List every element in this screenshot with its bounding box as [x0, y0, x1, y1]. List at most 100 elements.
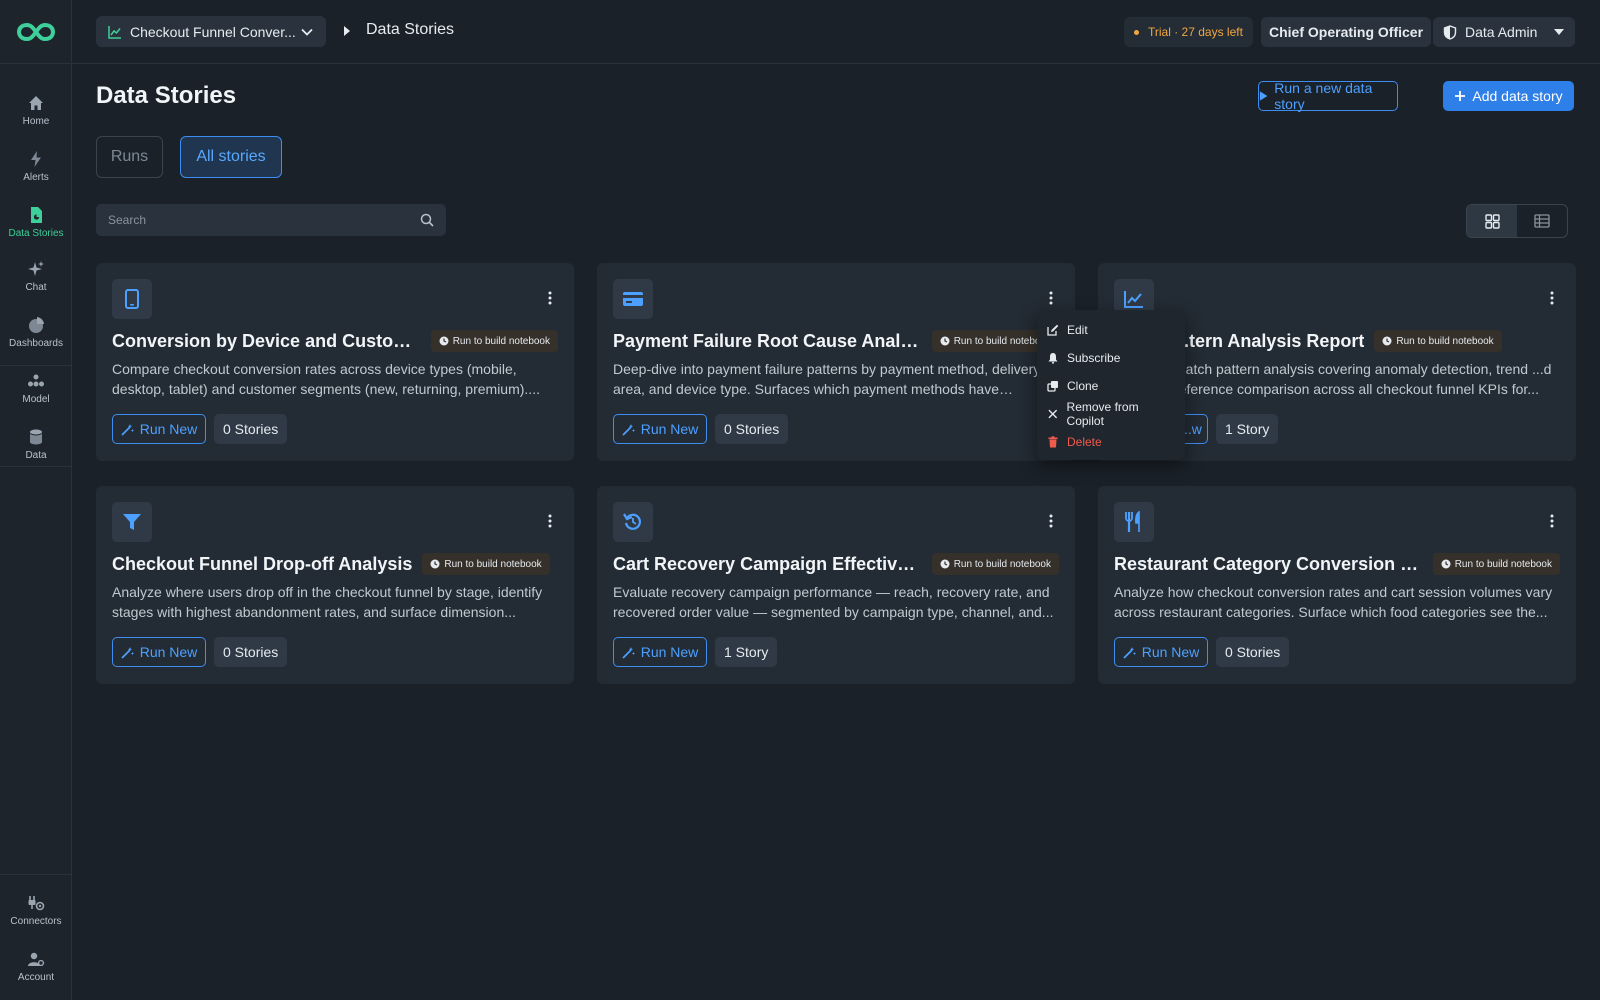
chevron-down-icon: [301, 28, 313, 36]
role-badge[interactable]: Chief Operating Officer: [1261, 17, 1432, 47]
caret-right-icon: [344, 26, 350, 36]
more-vertical-icon[interactable]: [548, 514, 552, 528]
run-new-story-button[interactable]: Run a new data story: [1258, 80, 1398, 112]
sidebar-item-data-stories[interactable]: Data Stories: [0, 196, 72, 248]
sidebar-item-label: Dashboards: [9, 337, 63, 349]
search-box: [96, 204, 446, 236]
clock-icon: [1441, 559, 1451, 569]
logo[interactable]: [0, 0, 72, 64]
card-title: Payment Failure Root Cause Analysis: [613, 330, 922, 351]
card-description: Evaluate recovery campaign performance —…: [613, 584, 1054, 620]
clone-icon: [1047, 381, 1058, 392]
more-vertical-icon[interactable]: [1550, 291, 1554, 305]
tab-runs[interactable]: Runs: [96, 136, 163, 178]
grid-icon: [1484, 213, 1500, 229]
stories-count-button[interactable]: 0 Stories: [715, 414, 789, 444]
sidebar-item-label: Home: [22, 115, 50, 127]
menu-item-edit[interactable]: Edit: [1037, 316, 1185, 344]
search-icon[interactable]: [420, 213, 434, 227]
magic-wand-icon: [1123, 646, 1136, 659]
stories-count-button[interactable]: 0 Stories: [214, 637, 288, 667]
database-icon: [30, 429, 42, 444]
card-description: ...atch pattern analysis covering anomal…: [1174, 361, 1552, 397]
table-view-button[interactable]: [1517, 205, 1567, 237]
sidebar-item-account[interactable]: Account: [0, 940, 72, 992]
sidebar-item-label: Model: [22, 393, 50, 405]
grid-view-button[interactable]: [1467, 205, 1517, 237]
utensils-icon: [1125, 511, 1140, 532]
menu-item-remove-from-copilot[interactable]: Remove from Copilot: [1037, 400, 1185, 428]
more-vertical-icon[interactable]: [548, 291, 552, 305]
run-new-button[interactable]: Run New: [613, 637, 707, 667]
more-vertical-icon[interactable]: [1550, 514, 1554, 528]
story-card[interactable]: Payment Failure Root Cause Analysis Run …: [597, 263, 1075, 461]
sidebar-item-chat[interactable]: Chat: [0, 250, 72, 302]
run-new-button[interactable]: Run New: [112, 414, 206, 444]
credit-card-icon: [623, 292, 643, 306]
menu-item-clone[interactable]: Clone: [1037, 372, 1185, 400]
line-chart-icon: [1124, 291, 1143, 308]
run-new-button[interactable]: Run New: [112, 637, 206, 667]
add-data-story-label: Add data story: [1472, 88, 1563, 104]
menu-item-delete[interactable]: Delete: [1037, 428, 1185, 456]
clock-icon: [439, 336, 449, 346]
model-selector[interactable]: Checkout Funnel Conver...: [96, 16, 326, 47]
sidebar-item-label: Data: [25, 449, 47, 461]
status-badge: Run to build notebook: [1432, 553, 1560, 575]
sidebar-item-label: Data Stories: [8, 227, 64, 239]
story-card[interactable]: Restaurant Category Conversion Tre... Ru…: [1098, 486, 1576, 684]
tab-all-stories[interactable]: All stories: [180, 136, 282, 178]
plus-icon: [1455, 91, 1466, 101]
sidebar-item-home[interactable]: Home: [0, 84, 72, 136]
card-icon: [613, 502, 653, 542]
add-data-story-button[interactable]: Add data story: [1443, 81, 1574, 111]
role-label: Chief Operating Officer: [1269, 24, 1424, 40]
sidebar-item-data[interactable]: Data: [0, 418, 72, 470]
sidebar-item-label: Alerts: [23, 171, 49, 183]
caret-down-icon: [1554, 29, 1564, 35]
breadcrumb: Data Stories: [366, 21, 455, 38]
story-card[interactable]: Conversion by Device and Customer ... Ru…: [96, 263, 574, 461]
admin-label: Data Admin: [1465, 24, 1538, 40]
status-badge: Run to build notebook: [430, 330, 558, 352]
status-badge: Run to build notebook: [931, 553, 1059, 575]
status-dot: [1134, 29, 1139, 35]
card-description: Deep-dive into payment failure patterns …: [613, 361, 1041, 397]
stories-count-button[interactable]: 0 Stories: [1216, 637, 1290, 667]
magic-wand-icon: [121, 423, 134, 436]
card-title: Conversion by Device and Customer ...: [112, 330, 421, 351]
clock-icon: [940, 336, 950, 346]
card-context-menu: Edit Subscribe Clone Remove from Copilot…: [1037, 310, 1185, 460]
run-new-button[interactable]: Run New: [613, 414, 707, 444]
search-input[interactable]: [108, 213, 420, 227]
view-toggle: [1466, 204, 1568, 238]
table-icon: [1534, 214, 1550, 228]
edit-icon: [1047, 324, 1059, 336]
stories-count-button[interactable]: 0 Stories: [214, 414, 288, 444]
sidebar-item-alerts[interactable]: Alerts: [0, 140, 72, 192]
phone-icon: [125, 289, 139, 309]
status-badge: Run to build notebook: [422, 553, 550, 575]
card-title: Restaurant Category Conversion Tre...: [1114, 553, 1423, 574]
stories-count-button[interactable]: 1 Story: [715, 637, 778, 667]
sidebar-item-dashboards[interactable]: Dashboards: [0, 306, 72, 358]
filter-icon: [123, 514, 141, 530]
story-card[interactable]: Checkout Funnel Drop-off Analysis Run to…: [96, 486, 574, 684]
run-new-button[interactable]: Run New: [1114, 637, 1208, 667]
card-icon: [1114, 502, 1154, 542]
clock-icon: [1382, 336, 1392, 346]
stories-count-button[interactable]: 1 Story: [1216, 414, 1279, 444]
menu-item-subscribe[interactable]: Subscribe: [1037, 344, 1185, 372]
trash-icon: [1048, 436, 1058, 448]
sidebar-item-model[interactable]: Model: [0, 362, 72, 414]
story-card[interactable]: Cart Recovery Campaign Effectiven... Run…: [597, 486, 1075, 684]
sidebar-item-connectors[interactable]: Connectors: [0, 884, 72, 936]
more-vertical-icon[interactable]: [1049, 514, 1053, 528]
trial-badge[interactable]: Trial · 27 days left: [1124, 17, 1253, 47]
home-icon: [29, 95, 43, 110]
trial-label: Trial · 27 days left: [1148, 25, 1243, 39]
more-vertical-icon[interactable]: [1049, 291, 1053, 305]
card-title: Cart Recovery Campaign Effectiven...: [613, 553, 922, 574]
sidebar-item-label: Account: [17, 971, 55, 983]
admin-menu[interactable]: Data Admin: [1433, 17, 1575, 47]
